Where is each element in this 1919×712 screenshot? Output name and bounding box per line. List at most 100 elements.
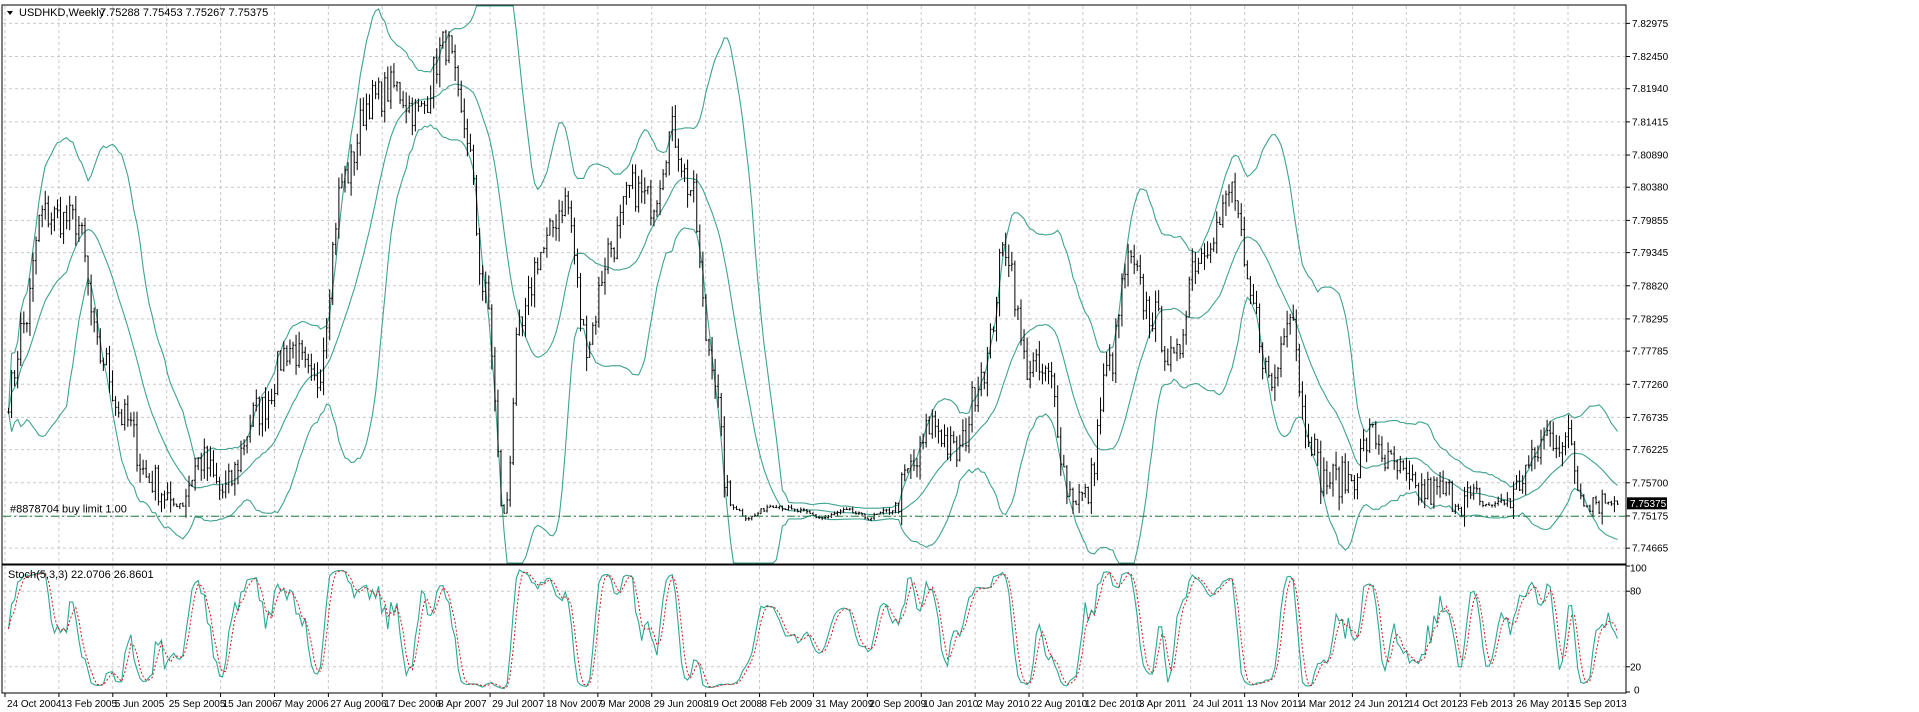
candle — [267, 391, 270, 429]
candle — [193, 457, 197, 491]
candle — [799, 507, 802, 514]
candle — [1597, 500, 1601, 515]
candle — [1105, 351, 1108, 377]
candle — [1493, 501, 1497, 508]
candle — [643, 177, 646, 205]
candle — [1084, 483, 1087, 498]
candle — [1295, 309, 1298, 362]
candle — [591, 322, 594, 345]
candle — [1053, 372, 1056, 408]
candle — [1337, 466, 1341, 511]
candle — [1353, 475, 1356, 500]
candle — [1276, 366, 1280, 387]
candle — [123, 399, 126, 431]
stoch-tick-label: 20 — [1630, 662, 1642, 673]
y-tick-label: 7.75175 — [1632, 511, 1669, 522]
candle — [1613, 496, 1616, 513]
candle — [34, 236, 38, 275]
candle — [157, 465, 160, 506]
candle — [1288, 313, 1292, 335]
y-tick-label: 7.82975 — [1632, 19, 1669, 30]
candle — [768, 504, 772, 508]
candle — [689, 190, 692, 197]
candle — [285, 345, 289, 367]
candle — [178, 503, 182, 510]
candle — [365, 93, 368, 131]
ohlc-values: 7.75288 7.75453 7.75267 7.75375 — [100, 7, 268, 19]
candle — [738, 508, 741, 512]
candle — [432, 56, 435, 109]
price-axis: 7.82975 7.82450 7.81940 7.81415 7.80890 7.803… — [1626, 19, 1669, 555]
candle — [683, 163, 686, 183]
candle — [655, 200, 659, 217]
candle — [756, 511, 760, 517]
candle — [117, 401, 120, 418]
candle — [1200, 248, 1203, 264]
candle — [1411, 464, 1414, 482]
candle — [1282, 328, 1286, 346]
candle — [594, 315, 598, 335]
collapse-triangle-icon[interactable] — [7, 11, 13, 15]
main-grid — [3, 6, 1625, 563]
y-tick-label: 7.79345 — [1632, 248, 1669, 259]
candle — [940, 429, 943, 447]
candle — [747, 516, 750, 521]
candle — [1340, 456, 1344, 504]
x-tick-label: 8 Feb 2009 — [762, 699, 813, 710]
candle — [554, 214, 558, 241]
candle — [68, 195, 71, 231]
candle — [83, 217, 87, 263]
candle — [1044, 365, 1047, 382]
candle — [316, 362, 319, 399]
candle — [1267, 355, 1270, 379]
candle — [729, 480, 732, 507]
candle — [59, 196, 62, 239]
candle — [230, 469, 234, 487]
candle — [1197, 257, 1200, 275]
candle — [704, 294, 708, 342]
candle — [1552, 421, 1555, 452]
candle — [196, 457, 200, 471]
candle — [652, 209, 656, 227]
y-tick-label: 7.74665 — [1632, 544, 1669, 555]
candle — [395, 81, 399, 92]
candle — [1077, 483, 1081, 514]
candle — [1457, 503, 1460, 511]
candle — [1334, 451, 1338, 481]
candle — [1304, 394, 1307, 449]
candle — [411, 97, 414, 136]
candle — [726, 474, 729, 497]
candle — [1451, 480, 1454, 513]
candle — [1224, 190, 1228, 216]
candle — [680, 157, 683, 178]
candle — [775, 504, 778, 509]
candle — [579, 272, 582, 332]
candle — [313, 363, 316, 381]
candle — [631, 164, 634, 190]
candle — [1604, 493, 1607, 504]
candle — [1013, 260, 1017, 317]
candle — [1218, 216, 1222, 226]
candle — [1432, 476, 1436, 509]
x-tick-label: 15 Jan 2006 — [223, 699, 278, 710]
candle — [297, 331, 301, 368]
x-tick-label: 10 Jan 2010 — [923, 699, 978, 710]
candle — [209, 446, 212, 477]
candle — [1126, 243, 1130, 287]
candle — [1157, 290, 1160, 312]
candle — [1016, 305, 1020, 321]
candle — [692, 170, 695, 203]
x-tick-label: 19 Oct 2008 — [708, 699, 763, 710]
candle — [946, 427, 949, 460]
candle — [1142, 273, 1145, 320]
candle — [1273, 364, 1277, 401]
candle — [1356, 473, 1359, 500]
candle — [184, 488, 188, 518]
candle — [1050, 361, 1053, 389]
candle — [505, 492, 509, 514]
current-price-tag: 7.75375 — [1627, 497, 1667, 510]
candle — [707, 338, 711, 356]
candle — [955, 436, 958, 468]
candle — [187, 475, 191, 508]
candle — [1090, 457, 1093, 515]
